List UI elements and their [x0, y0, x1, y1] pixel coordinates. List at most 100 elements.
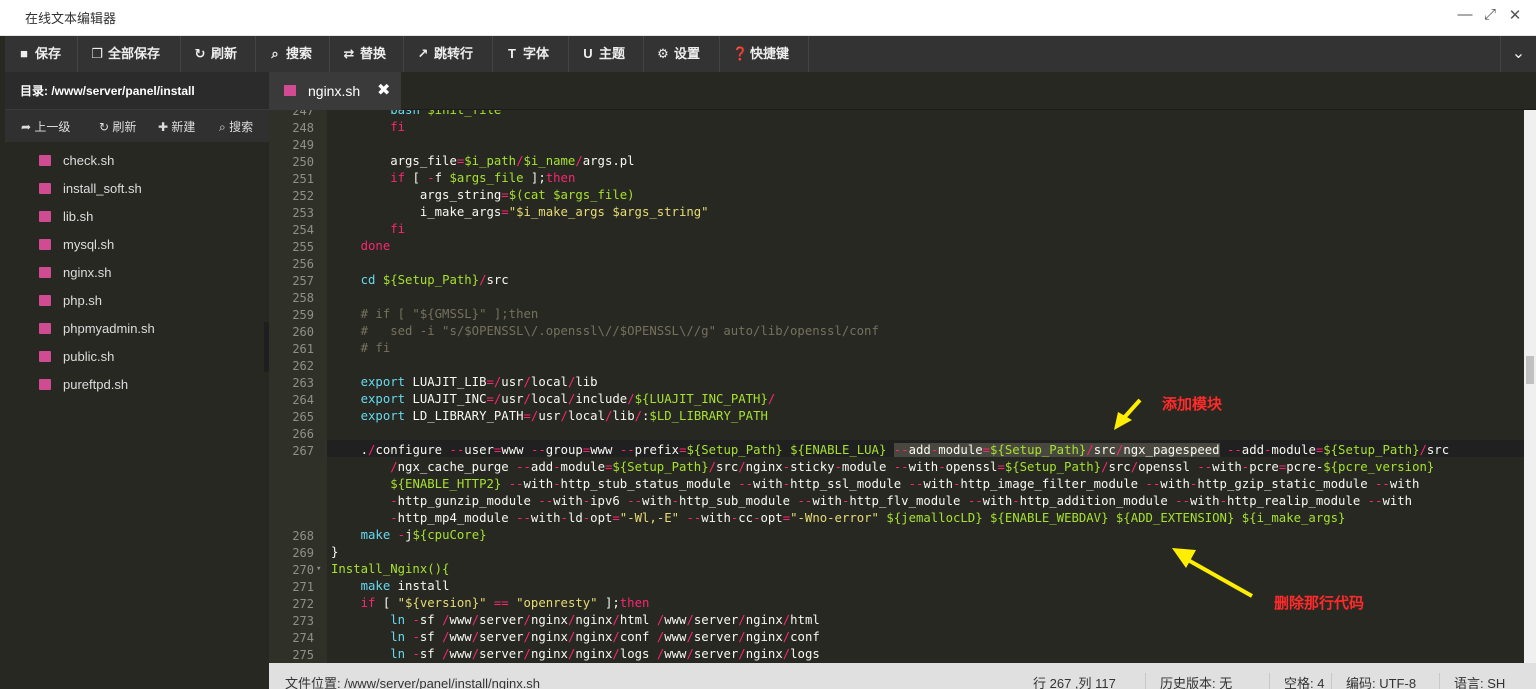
- gear-icon: ⚙: [657, 46, 669, 61]
- line-number: 274: [292, 631, 314, 645]
- line-number: 267: [292, 444, 314, 458]
- file-item-public[interactable]: public.sh: [5, 343, 269, 371]
- line-number: 263: [292, 376, 314, 390]
- sidebar-search-button[interactable]: ⌕ 搜索: [219, 118, 253, 135]
- code-line: export LUAJIT_INC=/usr/local/include/${L…: [360, 392, 776, 406]
- language-setting[interactable]: 语言: SH: [1439, 673, 1505, 689]
- line-number: 252: [292, 189, 314, 203]
- shell-file-icon: [39, 211, 51, 222]
- arrow-to-code-icon: [1172, 548, 1253, 598]
- code-line: make install: [360, 579, 450, 593]
- new-file-button[interactable]: ✚ 新建: [158, 118, 195, 135]
- code-line: # fi: [331, 341, 391, 355]
- line-number: 257: [292, 274, 314, 288]
- code-line: ln -sf /www/server/nginx/nginx/html /www…: [390, 613, 820, 627]
- line-number: 272: [292, 597, 314, 611]
- shell-file-icon: [39, 239, 51, 250]
- encoding-setting[interactable]: 编码: UTF-8: [1331, 673, 1416, 689]
- shell-file-icon: [39, 295, 51, 306]
- tab-nginx-sh[interactable]: nginx.sh ✖: [269, 72, 401, 110]
- minimize-icon[interactable]: —: [1454, 6, 1476, 23]
- settings-button[interactable]: ⚙ 设置: [644, 36, 720, 72]
- file-item-lib[interactable]: lib.sh: [5, 203, 269, 231]
- code-line: cd ${Setup_Path}/src: [360, 273, 509, 287]
- code-line: ./configure --user=www --group=www --pre…: [331, 443, 1450, 457]
- code-line: args_file=$i_path/$i_name/args.pl: [331, 154, 635, 168]
- file-item-mysql[interactable]: mysql.sh: [5, 231, 269, 259]
- file-item-nginx[interactable]: nginx.sh: [5, 259, 269, 287]
- file-item-pureftpd[interactable]: pureftpd.sh: [5, 371, 269, 399]
- line-number: 261: [292, 342, 314, 356]
- save-icon: ■: [20, 46, 28, 61]
- shell-file-icon: [284, 85, 296, 96]
- plus-icon: ✚: [158, 120, 172, 134]
- shell-file-icon: [39, 155, 51, 166]
- annotation-delete-line: 删除那行代码: [1274, 595, 1365, 612]
- shell-file-icon: [39, 183, 51, 194]
- sidebar-toolbar: ➦ 上一级 ↻ 刷新 ✚ 新建 ⌕ 搜索: [5, 110, 269, 142]
- refresh-button[interactable]: ↻ 刷新: [181, 36, 256, 72]
- close-icon[interactable]: ✕: [1504, 6, 1526, 24]
- search-icon: ⌕: [271, 46, 279, 61]
- replace-icon: ⇄: [343, 46, 355, 61]
- font-button[interactable]: T 字体: [493, 36, 569, 72]
- chevron-down-icon[interactable]: ⌄: [1500, 36, 1536, 72]
- theme-button[interactable]: U 主题: [569, 36, 644, 72]
- code-line: done: [360, 239, 391, 253]
- line-number: 251: [292, 172, 314, 186]
- line-number: 250: [292, 155, 314, 169]
- tab-close-icon[interactable]: ✖: [377, 72, 390, 110]
- line-number: 254: [292, 223, 314, 237]
- history-version[interactable]: 历史版本: 无: [1145, 673, 1232, 689]
- replace-button[interactable]: ⇄ 替换: [330, 36, 404, 72]
- maximize-icon[interactable]: ⤢: [1479, 6, 1501, 23]
- code-line: ln -sf /www/server/nginx/nginx/logs /www…: [390, 647, 820, 661]
- line-number: 275: [292, 648, 314, 662]
- code-line: args_string=$(cat $args_file): [331, 188, 635, 202]
- line-number: 264: [292, 393, 314, 407]
- code-line: export LUAJIT_LIB=/usr/local/lib: [360, 375, 598, 389]
- vertical-scrollbar[interactable]: [1524, 110, 1536, 663]
- fold-marker-icon[interactable]: ▾: [316, 564, 321, 574]
- indent-setting[interactable]: 空格: 4: [1269, 673, 1324, 689]
- sidebar-refresh-button[interactable]: ↻ 刷新: [99, 118, 136, 135]
- code-area[interactable]: bash $init_file fi args_file=$i_path/$i_…: [327, 110, 1524, 663]
- scrollbar-thumb[interactable]: [1526, 356, 1534, 384]
- editor-window: 在线文本编辑器 — ⤢ ✕ ■ 保存 ❐ 全部保存 ↻ 刷新 ⌕ 搜索 ⇄ 替换 ↗ 跳转行…: [0, 0, 1536, 689]
- title-bar: 在线文本编辑器 — ⤢ ✕: [0, 0, 1536, 36]
- tab-bar: nginx.sh ✖: [269, 72, 1536, 110]
- shell-file-icon: [39, 351, 51, 362]
- goto-line-button[interactable]: ↗ 跳转行: [404, 36, 493, 72]
- line-number: 271: [292, 580, 314, 594]
- line-number: 249: [292, 138, 314, 152]
- line-number: 268: [292, 529, 314, 543]
- theme-icon: U: [583, 46, 593, 61]
- code-editor[interactable]: 247 248 249 250 251 252 253 254 255 256 257 258 259 2…: [269, 110, 1524, 663]
- file-item-phpmyadmin[interactable]: phpmyadmin.sh: [5, 315, 269, 343]
- file-item-check[interactable]: check.sh: [5, 147, 269, 175]
- help-icon: ❓: [732, 46, 749, 61]
- file-item-install-soft[interactable]: install_soft.sh: [5, 175, 269, 203]
- file-item-php[interactable]: php.sh: [5, 287, 269, 315]
- code-line: if [ -f $args_file ];then: [390, 171, 576, 185]
- line-number-gutter: 247 248 249 250 251 252 253 254 255 256 257 258 259 2…: [269, 110, 327, 663]
- search-icon: ⌕: [219, 120, 230, 134]
- toolbar: ■ 保存 ❐ 全部保存 ↻ 刷新 ⌕ 搜索 ⇄ 替换 ↗ 跳转行 T 字体 U 主题 ⚙ 设置 ❓…: [5, 36, 1536, 72]
- status-bar: 文件位置: /www/server/panel/install/nginx.sh…: [269, 663, 1536, 689]
- code-line: make -j${cpuCore}: [360, 528, 487, 542]
- line-number: 258: [292, 291, 314, 305]
- search-button[interactable]: ⌕ 搜索: [256, 36, 330, 72]
- save-button[interactable]: ■ 保存: [5, 36, 78, 72]
- go-up-button[interactable]: ➦ 上一级: [21, 118, 70, 135]
- goto-line-icon: ↗: [417, 46, 429, 61]
- code-line: }: [331, 545, 339, 559]
- shortcuts-button[interactable]: ❓ 快捷键: [720, 36, 809, 72]
- shell-file-icon: [39, 323, 51, 334]
- line-number: 270: [292, 563, 314, 577]
- directory-path: 目录: /www/server/panel/install: [5, 72, 269, 110]
- up-arrow-icon: ➦: [21, 120, 35, 134]
- refresh-icon: ↻: [194, 46, 206, 61]
- line-number: 262: [292, 359, 314, 373]
- cursor-position[interactable]: 行 267 ,列 117: [1019, 673, 1116, 689]
- save-all-button[interactable]: ❐ 全部保存: [78, 36, 181, 72]
